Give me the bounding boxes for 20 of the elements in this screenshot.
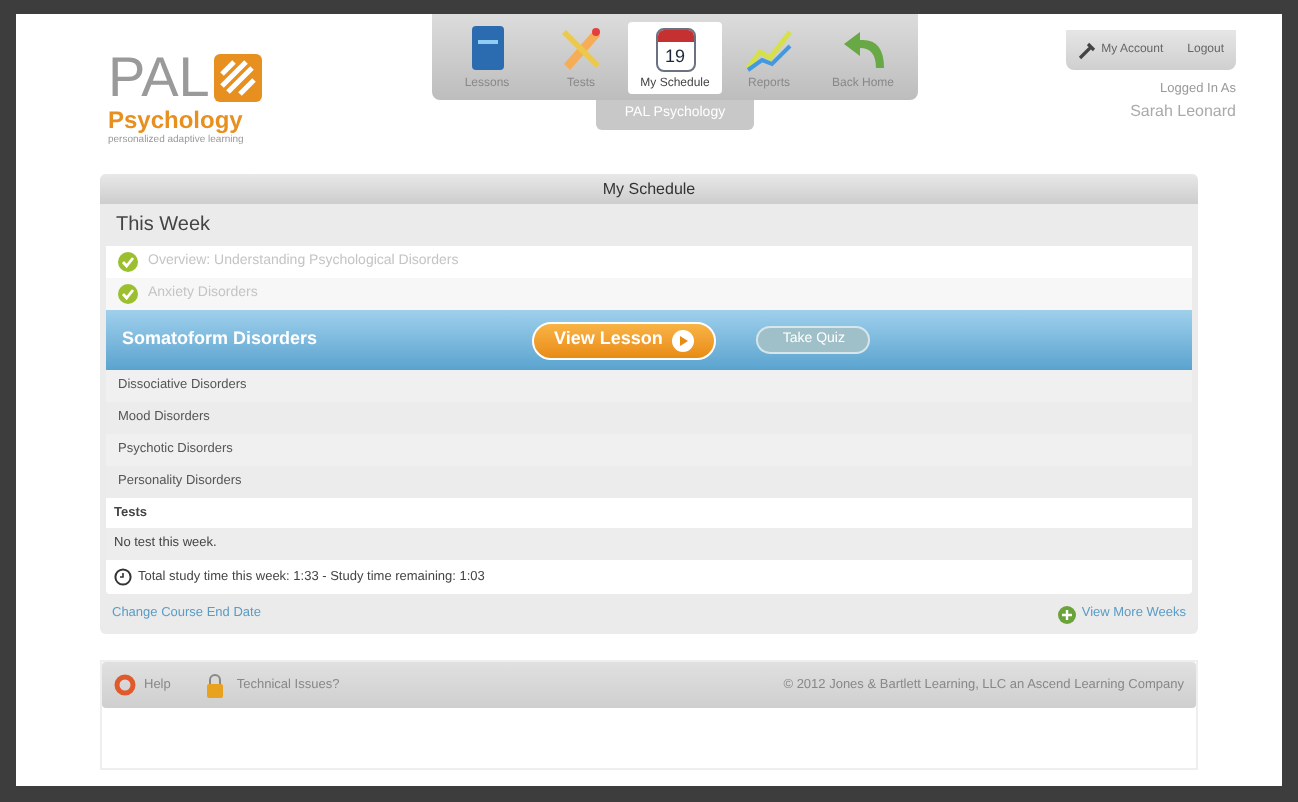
book-icon	[469, 24, 505, 72]
logo-mark-icon	[213, 54, 262, 102]
check-icon	[118, 284, 138, 304]
back-arrow-icon	[839, 28, 887, 72]
calendar-icon: 19	[655, 28, 695, 72]
clock-icon	[114, 568, 132, 586]
life-ring-icon	[114, 674, 136, 696]
check-icon	[118, 252, 138, 272]
pencil-ruler-icon	[557, 24, 605, 72]
line-chart-icon	[745, 28, 793, 72]
panel-title: My Schedule	[100, 174, 1198, 204]
current-lesson-title[interactable]: Somatoform Disorders	[122, 326, 532, 354]
play-icon	[672, 329, 695, 351]
user-name: Sarah Leonard	[1130, 99, 1236, 124]
plus-icon	[1057, 605, 1076, 623]
view-lesson-button[interactable]: View Lesson	[532, 321, 717, 359]
logo-wordmark: PAL	[108, 50, 210, 106]
logo-product: Psychology	[108, 106, 245, 134]
week-title: This Week	[114, 212, 213, 240]
lock-icon	[206, 673, 225, 697]
